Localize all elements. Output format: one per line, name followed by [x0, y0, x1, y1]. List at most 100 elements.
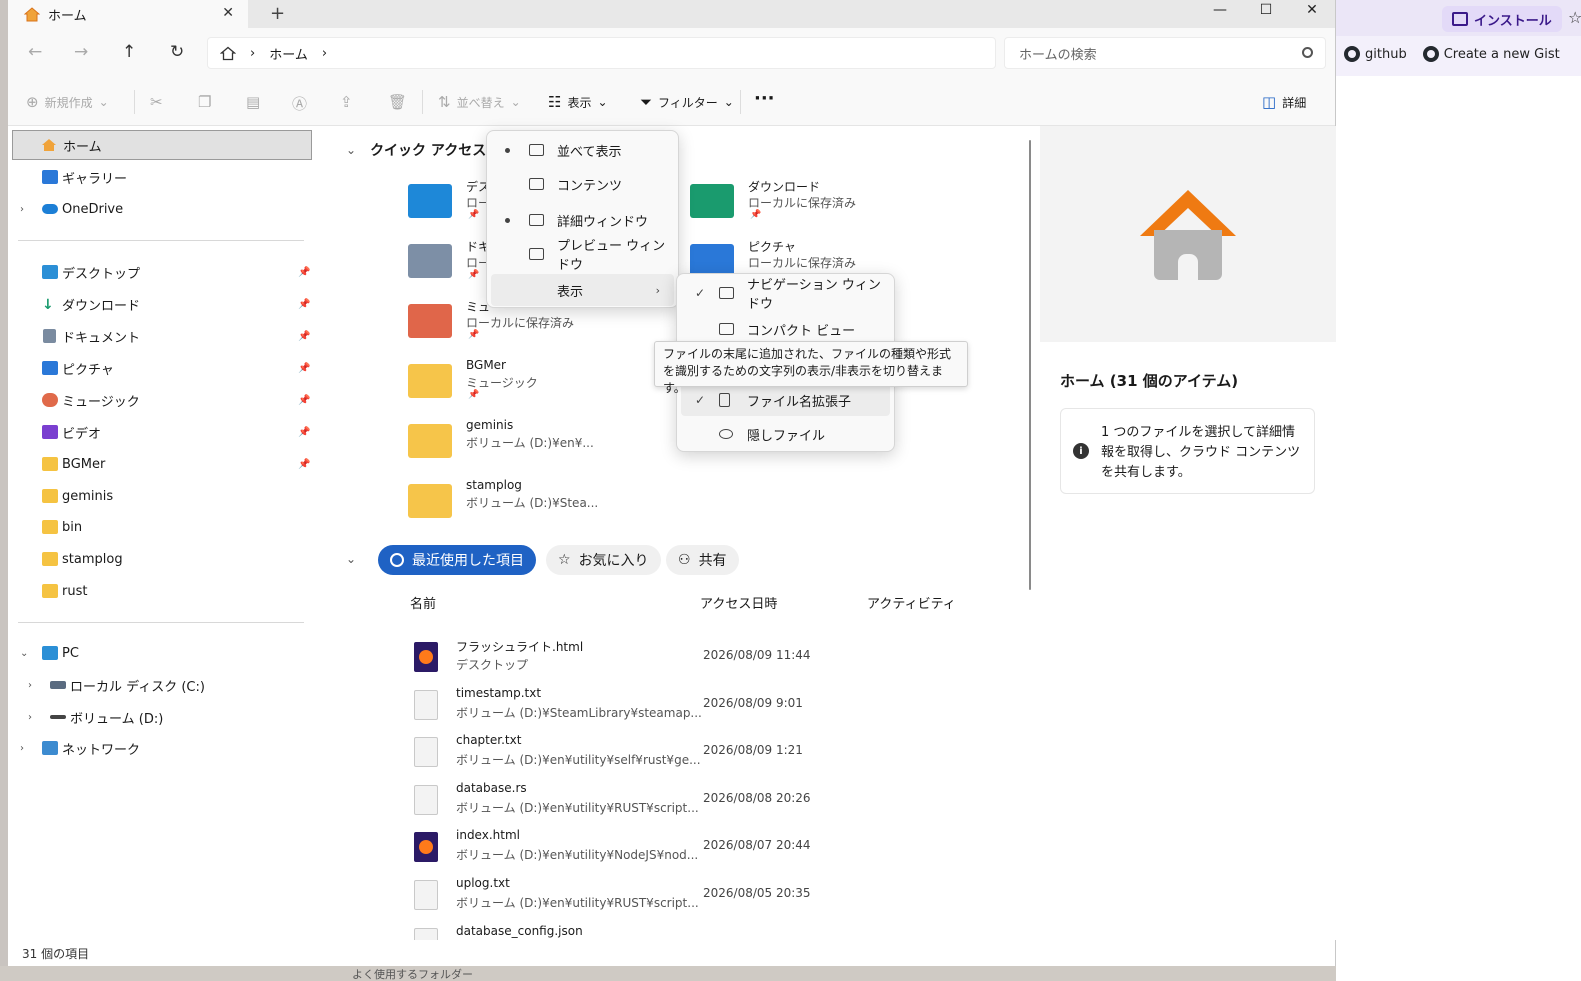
table-row[interactable]: chapter.txt ボリューム (D:)¥en¥utility¥self¥r…	[414, 729, 1014, 777]
table-row[interactable]: timestamp.txt ボリューム (D:)¥SteamLibrary¥st…	[414, 682, 1014, 730]
rename-button[interactable]: Ⓐ	[292, 93, 307, 114]
menu-item-details-pane[interactable]: 詳細ウィンドウ	[491, 204, 674, 236]
chevron-right-icon[interactable]: ›	[28, 712, 32, 723]
table-row[interactable]: database_config.json	[414, 920, 1014, 940]
close-window-button[interactable]: ✕	[1289, 0, 1335, 20]
view-button[interactable]: ☷ 表示 ⌄	[548, 93, 608, 111]
sidebar-item-gallery[interactable]: ギャラリー	[8, 162, 308, 192]
paste-button[interactable]: ▤	[246, 93, 260, 111]
chevron-right-icon[interactable]: ›	[20, 743, 24, 754]
chevron-down-icon[interactable]: ⌄	[20, 648, 28, 659]
bookmark-create-gist[interactable]: Create a new Gist	[1422, 46, 1560, 62]
column-header-date[interactable]: アクセス日時	[700, 593, 777, 612]
minimize-button[interactable]: —	[1197, 0, 1243, 20]
pin-icon[interactable]: 📌	[298, 363, 310, 374]
chevron-down-icon[interactable]: ⌄	[346, 143, 356, 157]
column-header-activity[interactable]: アクティビティ	[867, 593, 956, 612]
sidebar-item-volume-d[interactable]: › ボリューム (D:)	[8, 702, 308, 732]
address-field[interactable]: › ホーム ›	[207, 37, 996, 69]
item-name: BGMer	[466, 358, 506, 372]
sidebar-item-documents[interactable]: ドキュメント 📌	[8, 321, 310, 351]
new-tab-button[interactable]: +	[270, 3, 285, 24]
table-row[interactable]: フラッシュライト.html デスクトップ 2026/08/09 11:44	[414, 634, 1014, 682]
sidebar-item-local-disk[interactable]: › ローカル ディスク (C:)	[8, 670, 308, 700]
quick-access-header[interactable]: ⌄ クイック アクセス	[346, 140, 486, 160]
table-row[interactable]: index.html ボリューム (D:)¥en¥utility¥NodeJS¥…	[414, 824, 1014, 872]
pin-icon[interactable]: 📌	[298, 395, 310, 406]
more-options-button[interactable]: ···	[754, 88, 775, 109]
new-button[interactable]: ⊕ 新規作成 ⌄	[26, 93, 109, 111]
plus-circle-icon: ⊕	[26, 93, 39, 111]
pin-icon[interactable]: 📌	[298, 427, 310, 438]
delete-button[interactable]: 🗑	[388, 93, 407, 111]
folder-icon	[42, 584, 58, 598]
text-file-icon	[414, 928, 438, 940]
maximize-button[interactable]: ☐	[1243, 0, 1289, 20]
pin-icon[interactable]: 📌	[298, 267, 310, 278]
breadcrumb-home[interactable]: ホーム	[269, 44, 308, 63]
menu-item-preview-pane[interactable]: プレビュー ウィンドウ	[491, 238, 674, 273]
sidebar-item-downloads[interactable]: ↓ ダウンロード 📌	[8, 289, 310, 319]
recent-section-toggle[interactable]: ⌄	[346, 552, 356, 566]
sidebar-item-desktop[interactable]: デスクトップ 📌	[8, 257, 310, 287]
firefox-file-icon	[414, 642, 438, 672]
breadcrumb-chevron-icon[interactable]: ›	[322, 46, 327, 61]
desktop-left-edge	[0, 0, 8, 981]
chevron-down-icon[interactable]: ⌄	[346, 552, 356, 566]
menu-item-content[interactable]: コンテンツ	[491, 168, 674, 200]
home-large-icon	[1140, 190, 1236, 280]
sidebar-item-pictures[interactable]: ピクチャ 📌	[8, 353, 310, 383]
sidebar-item-stamplog[interactable]: stamplog	[8, 544, 308, 574]
menu-item-file-extensions[interactable]: ✓ ファイル名拡張子	[681, 384, 890, 416]
up-arrow-icon[interactable]: ↑	[122, 42, 136, 62]
sidebar-item-onedrive[interactable]: › OneDrive	[8, 194, 308, 224]
table-row[interactable]: uplog.txt ボリューム (D:)¥en¥utility¥RUST¥scr…	[414, 872, 1014, 920]
sidebar-item-rust[interactable]: rust	[8, 576, 308, 606]
sidebar-item-bin[interactable]: bin	[8, 512, 308, 542]
sidebar-item-label: ボリューム (D:)	[70, 711, 164, 727]
sidebar-item-music[interactable]: ミュージック 📌	[8, 385, 310, 415]
bookmark-github[interactable]: github	[1344, 46, 1407, 62]
sidebar-item-geminis[interactable]: geminis	[8, 481, 308, 511]
column-header-name[interactable]: 名前	[410, 593, 436, 612]
install-button[interactable]: インストール	[1442, 6, 1562, 32]
chevron-right-icon[interactable]: ›	[28, 680, 32, 691]
back-arrow-icon[interactable]: ←	[28, 42, 42, 62]
sidebar-item-network[interactable]: › ネットワーク	[8, 733, 308, 763]
pin-icon[interactable]: 📌	[298, 299, 310, 310]
cut-button[interactable]: ✂	[150, 93, 163, 111]
filter-button[interactable]: ⏷ フィルター ⌄	[640, 93, 734, 111]
sidebar-item-home[interactable]: ホーム	[12, 130, 312, 160]
menu-item-navigation-pane[interactable]: ✓ ナビゲーション ウィンドウ	[681, 277, 890, 312]
quick-access-downloads[interactable]: ダウンロード ローカルに保存済み 📌	[690, 176, 960, 232]
tab-favorites[interactable]: ☆ お気に入り	[546, 545, 661, 575]
menu-item-hidden-files[interactable]: 隠しファイル	[681, 418, 890, 450]
share-button[interactable]: ⇪	[340, 93, 353, 111]
menu-item-show[interactable]: 表示 ›	[491, 274, 674, 306]
copy-button[interactable]: ❐	[198, 93, 211, 111]
quick-access-stamplog[interactable]: stamplog ボリューム (D:)¥Stea...	[408, 476, 678, 532]
details-pane-button[interactable]: ◫ 詳細	[1262, 93, 1306, 111]
sort-button[interactable]: ⇅ 並べ替え ⌄	[438, 93, 521, 111]
quick-access-bgmer[interactable]: BGMer ミュージック 📌	[408, 356, 678, 412]
pin-icon[interactable]: 📌	[298, 459, 310, 470]
sidebar-item-bgmer[interactable]: BGMer 📌	[8, 449, 310, 479]
chevron-right-icon[interactable]: ›	[20, 204, 24, 215]
bookmark-star-icon[interactable]: ☆	[1568, 8, 1581, 27]
tab-recent[interactable]: 最近使用した項目	[378, 545, 536, 575]
forward-arrow-icon[interactable]: →	[74, 42, 88, 62]
sidebar-item-pc[interactable]: ⌄ PC	[8, 638, 308, 668]
table-row[interactable]: database.rs ボリューム (D:)¥en¥utility¥RUST¥s…	[414, 777, 1014, 825]
quick-access-geminis[interactable]: geminis ボリューム (D:)¥en¥...	[408, 416, 678, 472]
tab-home[interactable]: ホーム ✕	[8, 0, 248, 28]
sidebar-item-videos[interactable]: ビデオ 📌	[8, 417, 310, 447]
tab-shared[interactable]: ⚇ 共有	[666, 545, 739, 575]
pin-icon[interactable]: 📌	[298, 331, 310, 342]
refresh-icon[interactable]: ↻	[170, 42, 184, 62]
view-list-icon: ☷	[548, 93, 562, 111]
view-label: 表示	[567, 95, 592, 110]
search-input[interactable]: ホームの検索	[1004, 37, 1326, 69]
close-tab-icon[interactable]: ✕	[222, 5, 234, 21]
content-scrollbar[interactable]	[1029, 140, 1031, 590]
menu-item-tiles[interactable]: 並べて表示	[491, 134, 674, 166]
